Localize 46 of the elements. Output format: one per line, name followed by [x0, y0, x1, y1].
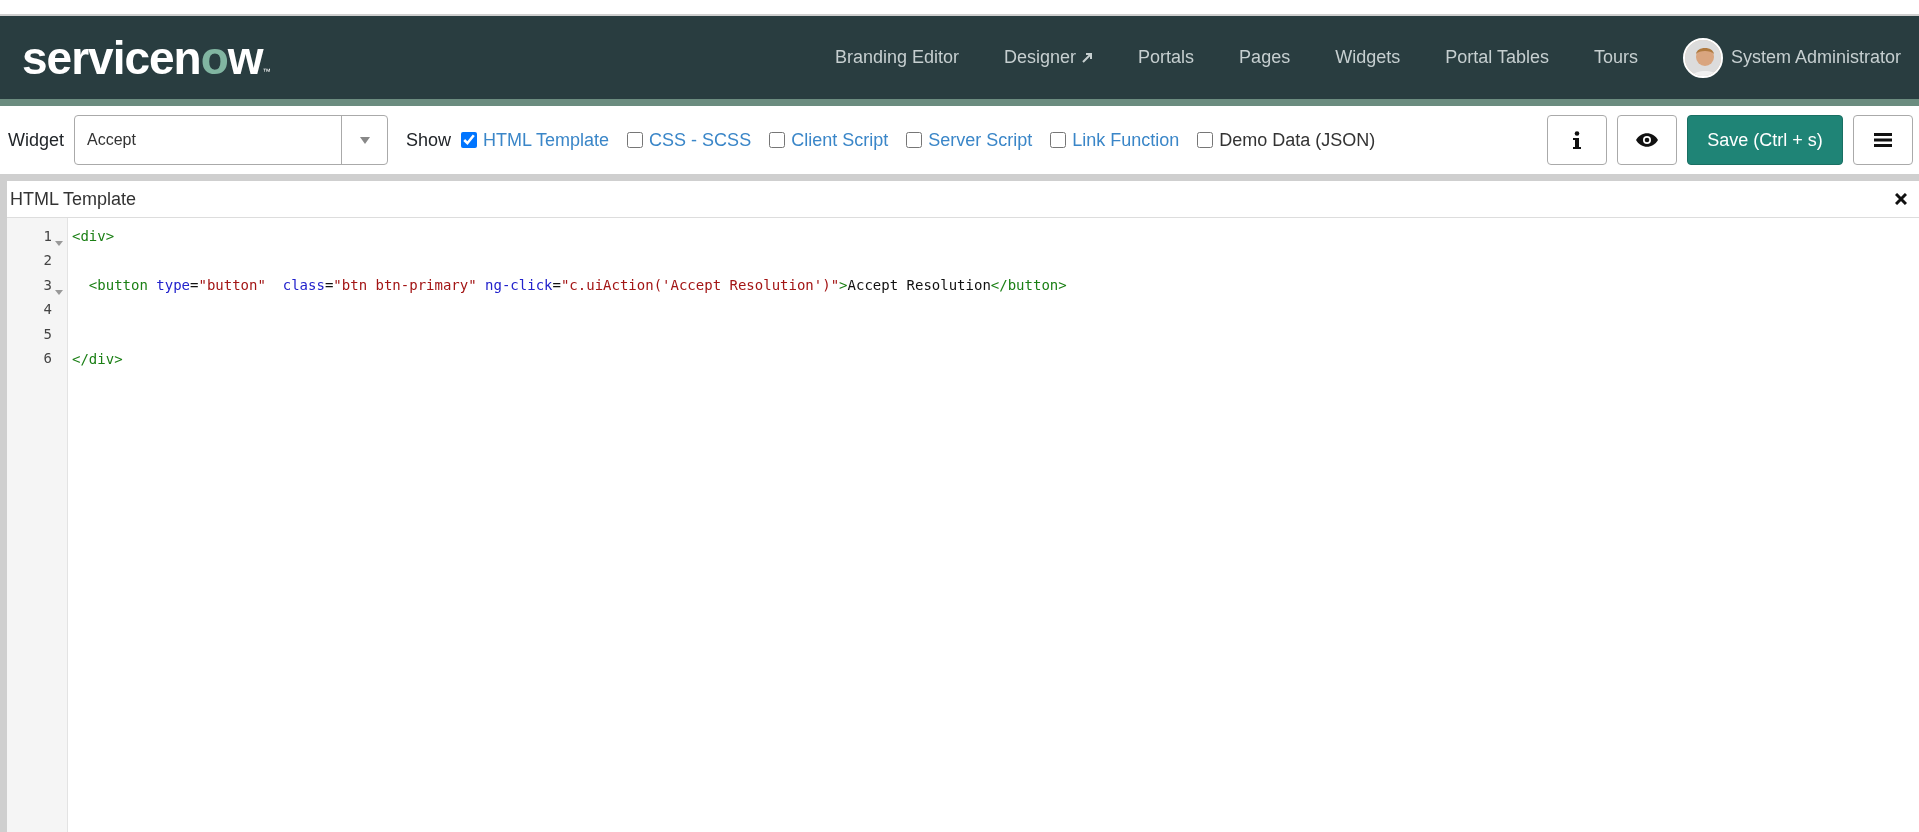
editor-link[interactable]: Link Function [1072, 126, 1180, 154]
checkbox[interactable] [461, 132, 478, 148]
eye-icon [1636, 133, 1658, 147]
option-label[interactable]: Demo Data (JSON) [1219, 126, 1376, 154]
editor-link[interactable]: Server Script [928, 126, 1033, 154]
expand-icon [1081, 52, 1094, 65]
widget-label: Widget [8, 128, 65, 152]
editor-link[interactable]: Client Script [791, 126, 889, 154]
nav-link[interactable]: Designer [1004, 44, 1094, 71]
line-number: 2 [43, 251, 52, 271]
close-icon[interactable] [1895, 193, 1907, 205]
nav-link[interactable]: Portal Tables [1445, 44, 1549, 71]
nav-link[interactable]: Tours [1593, 44, 1638, 71]
code-line: </div> [72, 350, 123, 367]
fold-icon[interactable] [55, 288, 63, 297]
menu-icon [1874, 133, 1892, 147]
fold-icon[interactable] [55, 239, 63, 248]
show-label: Show [406, 128, 452, 152]
nav-link[interactable]: Branding Editor [834, 44, 959, 71]
preview-button[interactable] [1617, 115, 1677, 165]
nav-link[interactable]: Portals [1138, 44, 1195, 71]
code-line: <button type="button" class="btn btn-primary" ng-click="c.uiAction('Accept Resolution')">Accept Resolution</button> [87, 277, 1067, 293]
line-number: 1 [43, 226, 52, 246]
line-number: 5 [43, 324, 52, 344]
panel-title: HTML Template [10, 187, 137, 211]
widget-select[interactable]: Accept [74, 115, 389, 165]
info-icon [1573, 131, 1581, 149]
menu-button[interactable] [1853, 115, 1913, 165]
editor-link[interactable]: HTML Template [483, 126, 610, 154]
line-number: 3 [43, 275, 52, 295]
checkbox[interactable] [1197, 132, 1214, 148]
code-line: <div> [72, 228, 115, 244]
caret-icon [359, 136, 370, 144]
avatar[interactable] [1682, 37, 1723, 78]
checkbox[interactable] [627, 132, 644, 148]
nav-link[interactable]: Widgets [1335, 44, 1401, 71]
info-button[interactable] [1547, 115, 1607, 165]
nav-link[interactable]: Pages [1239, 44, 1291, 71]
user-name[interactable]: System Administrator [1730, 44, 1901, 71]
checkbox[interactable] [906, 132, 923, 148]
line-number: 6 [43, 349, 52, 369]
line-number: 4 [43, 300, 52, 320]
save-button[interactable]: Save (Ctrl + s) [1687, 115, 1843, 165]
checkbox[interactable] [769, 132, 786, 148]
checkbox[interactable] [1050, 132, 1067, 148]
editor-link[interactable]: CSS - SCSS [649, 126, 752, 154]
